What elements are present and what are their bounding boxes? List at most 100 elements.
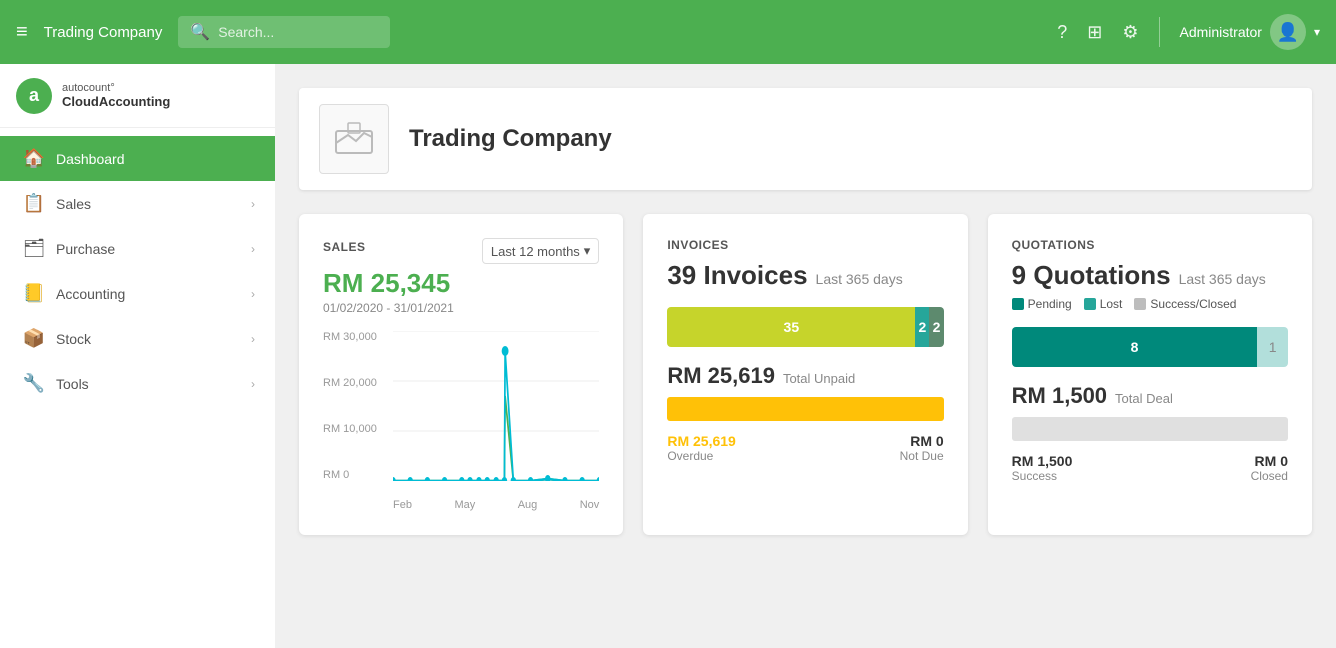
legend-label-lost: Lost: [1100, 297, 1123, 311]
search-area[interactable]: 🔍: [178, 16, 390, 48]
sidebar-logo: a autocount° CloudAccounting: [0, 64, 275, 128]
company-name: Trading Company: [409, 125, 612, 153]
sidebar-item-label: Purchase: [56, 241, 251, 257]
overdue-value: RM 25,619: [667, 433, 735, 449]
not-due-value: RM 0: [900, 433, 944, 449]
invoice-period: Last 365 days: [816, 271, 903, 287]
sidebar-item-sales[interactable]: 📋 Sales ›: [0, 181, 275, 226]
sidebar-item-accounting[interactable]: 📒 Accounting ›: [0, 271, 275, 316]
search-icon: 🔍: [190, 22, 210, 42]
legend-dot-pending: [1012, 298, 1024, 310]
quotations-card: QUOTATIONS 9 Quotations Last 365 days Pe…: [988, 214, 1312, 535]
purchase-icon: 🗂: [20, 238, 48, 259]
sales-amount: RM 25,345: [323, 268, 599, 299]
company-logo: [319, 104, 389, 174]
search-input[interactable]: [218, 24, 378, 40]
sidebar-item-label: Sales: [56, 196, 251, 212]
legend-dot-lost: [1084, 298, 1096, 310]
hamburger-icon[interactable]: ≡: [16, 21, 28, 44]
invoice-footer: RM 25,619 Overdue RM 0 Not Due: [667, 433, 943, 463]
quot-gray-bar: [1012, 417, 1288, 441]
chevron-right-icon: ›: [251, 332, 255, 346]
legend-closed: Success/Closed: [1134, 297, 1236, 311]
legend-label-closed: Success/Closed: [1150, 297, 1236, 311]
period-select[interactable]: Last 12 months ▾: [482, 238, 599, 264]
sidebar-item-dashboard[interactable]: 🏠 Dashboard: [0, 136, 275, 181]
product-label: CloudAccounting: [62, 94, 170, 109]
invoice-bar-stacked: 35 2 2: [667, 307, 943, 347]
brand-label: autocount°: [62, 82, 170, 94]
chart-svg-container: [393, 331, 599, 481]
nav-divider: [1159, 17, 1160, 47]
user-area[interactable]: Administrator 👤 ▾: [1180, 14, 1321, 50]
legend-pending: Pending: [1012, 297, 1072, 311]
quot-header-row: 9 Quotations Last 365 days: [1012, 260, 1288, 291]
sales-period: 01/02/2020 - 31/01/2021: [323, 301, 599, 315]
total-deal-label: Total Deal: [1115, 391, 1173, 406]
chevron-right-icon: ›: [251, 242, 255, 256]
nav-right: ? ⊞ ⚙ Administrator 👤 ▾: [1057, 14, 1320, 50]
period-label: Last 12 months: [491, 244, 580, 259]
logo-circle: a: [16, 78, 52, 114]
nav-company-label: Trading Company: [44, 24, 163, 41]
nav-left: ≡ Trading Company 🔍: [16, 16, 1057, 48]
overdue-section: RM 25,619 Overdue: [667, 433, 735, 463]
sidebar-item-stock[interactable]: 📦 Stock ›: [0, 316, 275, 361]
quot-bar-stacked: 8 1: [1012, 327, 1288, 367]
overdue-label: Overdue: [667, 449, 735, 463]
sales-chart: RM 30,000 RM 20,000 RM 10,000 RM 0: [323, 331, 599, 511]
sidebar-item-label: Accounting: [56, 286, 251, 302]
invoice-count-row: 39 Invoices Last 365 days: [667, 260, 943, 291]
tools-icon: 🔧: [20, 373, 48, 394]
legend-label-pending: Pending: [1028, 297, 1072, 311]
x-label: Feb: [393, 499, 412, 511]
y-label: RM 0: [323, 469, 377, 481]
chevron-right-icon: ›: [251, 197, 255, 211]
x-label: Aug: [518, 499, 538, 511]
content-area: Trading Company SALES Last 12 months ▾ R…: [275, 64, 1336, 648]
accounting-icon: 📒: [20, 283, 48, 304]
sidebar-item-tools[interactable]: 🔧 Tools ›: [0, 361, 275, 406]
sidebar-item-purchase[interactable]: 🗂 Purchase ›: [0, 226, 275, 271]
y-label: RM 30,000: [323, 331, 377, 343]
sales-card-header: SALES Last 12 months ▾: [323, 238, 599, 264]
legend-dot-closed: [1134, 298, 1146, 310]
sales-icon: 📋: [20, 193, 48, 214]
chart-y-labels: RM 30,000 RM 20,000 RM 10,000 RM 0: [323, 331, 377, 481]
quotations-section-title: QUOTATIONS: [1012, 238, 1288, 252]
help-icon[interactable]: ?: [1057, 22, 1067, 43]
closed-value: RM 0: [1251, 453, 1288, 469]
logo-text: autocount° CloudAccounting: [62, 82, 170, 109]
chevron-right-icon: ›: [251, 287, 255, 301]
sidebar: a autocount° CloudAccounting 🏠 Dashboard…: [0, 64, 275, 648]
x-label: May: [454, 499, 475, 511]
cards-row: SALES Last 12 months ▾ RM 25,345 01/02/2…: [299, 214, 1312, 535]
bar-quot-pending: 8: [1012, 327, 1258, 367]
quot-footer: RM 1,500 Success RM 0 Closed: [1012, 453, 1288, 483]
invoice-count: 39 Invoices: [667, 260, 807, 291]
quot-count: 9 Quotations: [1012, 260, 1171, 291]
sales-card: SALES Last 12 months ▾ RM 25,345 01/02/2…: [299, 214, 623, 535]
not-due-label: Not Due: [900, 449, 944, 463]
invoices-card: INVOICES 39 Invoices Last 365 days 35 2 …: [643, 214, 967, 535]
invoices-section-title: INVOICES: [667, 238, 943, 252]
chart-x-labels: Feb May Aug Nov: [393, 499, 599, 511]
settings-icon[interactable]: ⚙: [1122, 22, 1138, 43]
grid-icon[interactable]: ⊞: [1087, 22, 1102, 43]
y-label: RM 10,000: [323, 423, 377, 435]
invoice-orange-bar: [667, 397, 943, 421]
sidebar-item-label: Stock: [56, 331, 251, 347]
chevron-down-icon: ▾: [1314, 25, 1320, 39]
x-label: Nov: [580, 499, 600, 511]
stock-icon: 📦: [20, 328, 48, 349]
success-value: RM 1,500: [1012, 453, 1073, 469]
y-label: RM 20,000: [323, 377, 377, 389]
company-header: Trading Company: [299, 88, 1312, 190]
total-deal-row: RM 1,500 Total Deal: [1012, 383, 1288, 409]
top-navigation: ≡ Trading Company 🔍 ? ⊞ ⚙ Administrator …: [0, 0, 1336, 64]
chevron-right-icon: ›: [251, 377, 255, 391]
closed-label: Closed: [1251, 469, 1288, 483]
bar-quot-closed: 1: [1257, 327, 1288, 367]
closed-section: RM 0 Closed: [1251, 453, 1288, 483]
unpaid-amount-row: RM 25,619 Total Unpaid: [667, 363, 943, 389]
